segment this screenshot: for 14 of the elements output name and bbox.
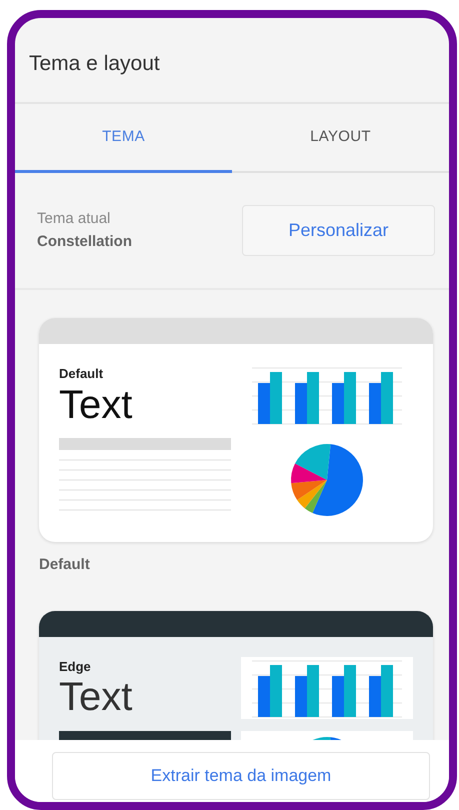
extract-theme-button[interactable]: Extrair tema da imagem [52, 752, 430, 800]
theme-name: Default [39, 555, 91, 575]
tab[interactable]: LAYOUT [232, 104, 449, 173]
theme-card[interactable]: Default Text [39, 318, 433, 542]
current-theme-name: Constellation [37, 232, 132, 252]
theme-heading: Default [59, 365, 104, 383]
panel-title: Tema e layout [15, 18, 449, 104]
customize-button[interactable]: Personalizar [242, 205, 435, 256]
theme-card[interactable]: Edge Text [39, 610, 433, 740]
sample-text: Text [59, 384, 134, 426]
theme-heading: Edge [59, 658, 92, 676]
tab[interactable]: TEMA [15, 104, 232, 173]
current-theme-label: Tema atual [37, 209, 112, 229]
sample-text: Text [59, 676, 134, 718]
